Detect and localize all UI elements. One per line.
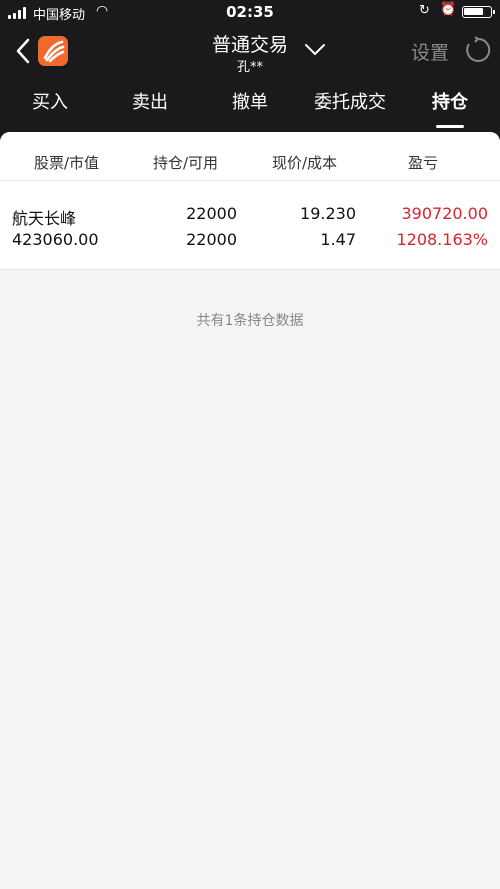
profit-amount: 390720.00 — [401, 204, 488, 223]
tab-cancel[interactable]: 撤单 — [200, 88, 300, 128]
active-tab-indicator — [436, 125, 464, 128]
cost-price: 1.47 — [320, 230, 356, 249]
tab-sell[interactable]: 卖出 — [100, 88, 200, 128]
profit-percent: 1208.163% — [396, 230, 488, 249]
refresh-icon — [466, 36, 491, 62]
header-profit: 盈亏 — [408, 154, 439, 172]
positions-count: 共有1条持仓数据 — [196, 313, 304, 329]
tab-orders[interactable]: 委托成交 — [300, 88, 400, 128]
tab-buy[interactable]: 买入 — [0, 88, 100, 128]
position-qty: 22000 — [186, 204, 237, 223]
status-bar: 中国移动 ◠ 02:35 ↻ ⏰ — [0, 0, 500, 26]
header-stock: 股票/市值 — [34, 154, 100, 172]
tab-positions[interactable]: 持仓 — [400, 88, 500, 128]
table-row[interactable]: 航天长峰 423060.00 22000 22000 19.230 1.47 3… — [0, 181, 500, 270]
rotation-lock-icon: ↻ — [419, 3, 430, 18]
chevron-down-icon — [305, 44, 325, 56]
stock-name: 航天长峰 — [12, 209, 77, 228]
trade-tabs: 买入 卖出 撤单 委托成交 持仓 — [0, 88, 500, 128]
account-switch-dropdown[interactable] — [304, 42, 326, 56]
market-value: 423060.00 — [12, 230, 99, 249]
current-price: 19.230 — [300, 204, 356, 223]
available-qty: 22000 — [186, 230, 237, 249]
header-position: 持仓/可用 — [153, 154, 219, 172]
header-price: 现价/成本 — [272, 154, 338, 172]
settings-button[interactable]: 设置 — [411, 38, 449, 65]
refresh-button[interactable] — [464, 36, 492, 64]
battery-icon — [462, 6, 495, 18]
alarm-icon: ⏰ — [440, 2, 457, 17]
